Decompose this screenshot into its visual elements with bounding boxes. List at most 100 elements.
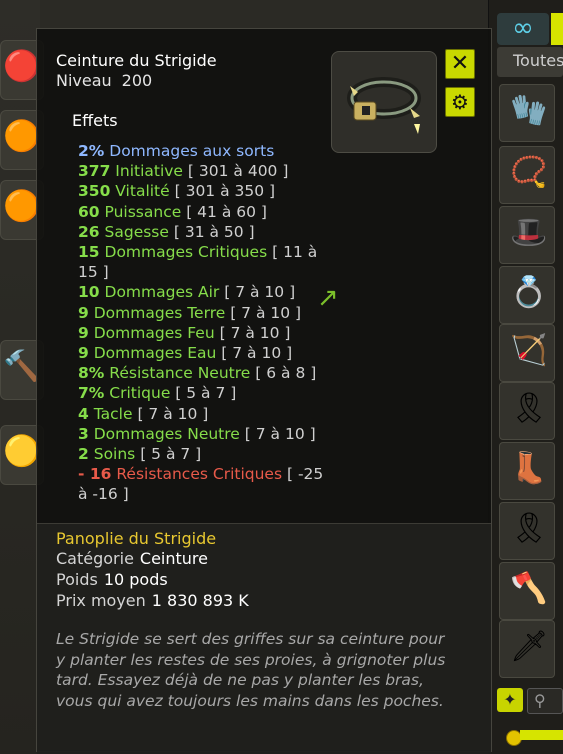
- effect-name: Critique: [109, 384, 171, 403]
- search-input[interactable]: ⚲: [527, 688, 563, 714]
- effect-range: [ 301 à 350 ]: [174, 182, 276, 201]
- effect-range: [ 7 à 10 ]: [224, 283, 296, 302]
- item-description: Le Strigide se sert des griffes sur sa c…: [56, 630, 446, 710]
- effect-range: [ 31 à 50 ]: [173, 222, 255, 241]
- item-image: [331, 51, 437, 153]
- effect-row: 9 Dommages Feu [ 7 à 10 ]: [78, 323, 328, 343]
- tab-infinite[interactable]: ∞: [497, 13, 549, 45]
- inventory-item[interactable]: 📿: [499, 146, 555, 204]
- weight-label: Poids: [56, 570, 98, 589]
- effect-row: 15 Dommages Critiques [ 11 à 15 ]: [78, 242, 328, 282]
- effect-name: Dommages aux sorts: [109, 142, 275, 160]
- item-tooltip: Ceinture du Strigide Niveau 200 ✕ ⚙ Effet…: [36, 28, 492, 754]
- effects-list: 2% Dommages aux sorts 377 Initiative [ 30…: [78, 141, 328, 505]
- effect-value: 3: [78, 424, 89, 443]
- bow-icon: 🏹: [510, 333, 548, 368]
- inventory-item[interactable]: 🧤: [499, 84, 555, 142]
- effect-name: Vitalité: [115, 182, 170, 201]
- effect-row: - 16 Résistances Critiques [ -25 à -16 ]: [78, 464, 328, 504]
- effect-row: 350 Vitalité [ 301 à 350 ]: [78, 181, 328, 201]
- effect-range: [ 5 à 7 ]: [140, 445, 202, 464]
- effect-name: Initiative: [115, 162, 183, 181]
- axe-icon: 🪓: [510, 571, 548, 606]
- belt-icon: 🎗: [510, 511, 549, 546]
- effect-name: Résistances Critiques: [116, 465, 283, 484]
- weight-row: Poids 10 pods: [56, 570, 168, 589]
- effect-row: 9 Dommages Eau [ 7 à 10 ]: [78, 343, 328, 363]
- effect-row: 3 Dommages Neutre [ 7 à 10 ]: [78, 424, 328, 444]
- effect-value: 4: [78, 404, 89, 423]
- effect-name: Dommages Eau: [93, 344, 217, 363]
- category-row: Catégorie Ceinture: [56, 549, 208, 568]
- effect-row: 8% Résistance Neutre [ 6 à 8 ]: [78, 363, 328, 383]
- effect-range: [ 301 à 400 ]: [187, 162, 289, 181]
- settings-button[interactable]: ⚙: [445, 87, 475, 117]
- item-name: Ceinture du Strigide: [56, 51, 217, 70]
- effect-row: 10 Dommages Air [ 7 à 10 ]: [78, 282, 328, 302]
- effect-name: Dommages Air: [104, 283, 220, 302]
- belt-icon: [347, 77, 421, 134]
- effect-range: [ 41 à 60 ]: [186, 202, 267, 221]
- effect-name: Soins: [93, 445, 136, 464]
- tab-active[interactable]: [551, 13, 563, 45]
- inventory-item[interactable]: 🎗: [499, 502, 555, 560]
- effect-name: Dommages Feu: [93, 323, 215, 342]
- glove-icon: 🧤: [510, 93, 548, 128]
- ring-icon: 🟠: [3, 189, 41, 224]
- effect-value: 9: [78, 303, 89, 322]
- category-label: Catégorie: [56, 549, 134, 568]
- inventory-item[interactable]: 🏹: [499, 324, 555, 382]
- gear-icon: ⚙: [451, 90, 469, 114]
- level-label: Niveau: [56, 71, 112, 90]
- infinity-icon: ∞: [512, 13, 534, 43]
- filter-dropdown[interactable]: Toutes: [497, 47, 563, 77]
- set-name-link[interactable]: Panoplie du Strigide: [56, 529, 216, 548]
- effect-name: Tacle: [93, 404, 133, 423]
- amulet-icon: 🔴: [3, 49, 41, 84]
- effect-value: 10: [78, 283, 100, 302]
- price-value: 1 830 893 K: [151, 591, 249, 610]
- effect-range: [ 7 à 10 ]: [244, 424, 316, 443]
- effect-range: [ 7 à 10 ]: [230, 303, 302, 322]
- ring-icon: 💍: [510, 275, 548, 310]
- effect-range: [ 7 à 10 ]: [221, 344, 293, 363]
- effect-row: 60 Puissance [ 41 à 60 ]: [78, 202, 328, 222]
- inventory-item[interactable]: 💍: [499, 266, 555, 324]
- close-button[interactable]: ✕: [445, 49, 475, 79]
- effect-value: 60: [78, 202, 100, 221]
- effect-row: 26 Sagesse [ 31 à 50 ]: [78, 222, 328, 242]
- weight-bar: [520, 730, 563, 740]
- search-icon: ⚲: [534, 691, 546, 710]
- effect-row: 7% Critique [ 5 à 7 ]: [78, 383, 328, 403]
- price-label: Prix moyen: [56, 591, 146, 610]
- dofus-icon: 🟡: [3, 434, 41, 469]
- effect-value: 2: [78, 445, 89, 464]
- hammer-icon: 🔨: [3, 349, 41, 384]
- amulet-icon: 📿: [510, 155, 548, 190]
- inventory-item[interactable]: 🎗: [499, 382, 555, 440]
- belt-icon: 🎗: [510, 391, 549, 426]
- close-icon: ✕: [450, 51, 470, 76]
- effect-row: 377 Initiative [ 301 à 400 ]: [78, 161, 328, 181]
- effect-range: [ 5 à 7 ]: [175, 384, 237, 403]
- filter-toggle-button[interactable]: ✦: [497, 688, 523, 712]
- inventory-item[interactable]: 🪓: [499, 562, 555, 620]
- hat-icon: 🎩: [510, 215, 548, 250]
- effect-value: 9: [78, 323, 89, 342]
- effect-row: 9 Dommages Terre [ 7 à 10 ]: [78, 303, 328, 323]
- effect-name: Puissance: [104, 202, 182, 221]
- price-row: Prix moyen 1 830 893 K: [56, 591, 249, 610]
- effects-title: Effets: [72, 111, 118, 130]
- boots-icon: 👢: [510, 451, 548, 486]
- effect-value: 15: [78, 243, 100, 262]
- effect-name: Dommages Terre: [93, 303, 226, 322]
- inventory-item[interactable]: 👢: [499, 442, 555, 500]
- effect-value: 7%: [78, 384, 105, 403]
- effect-row: 2 Soins [ 5 à 7 ]: [78, 444, 328, 464]
- item-level: Niveau 200: [56, 71, 162, 90]
- effect-name: Dommages Critiques: [104, 243, 268, 262]
- inventory-item[interactable]: 🎩: [499, 206, 555, 264]
- inventory-item[interactable]: 🗡: [499, 620, 555, 678]
- staff-icon: 🗡: [510, 629, 549, 664]
- weight-value: 10 pods: [103, 570, 168, 589]
